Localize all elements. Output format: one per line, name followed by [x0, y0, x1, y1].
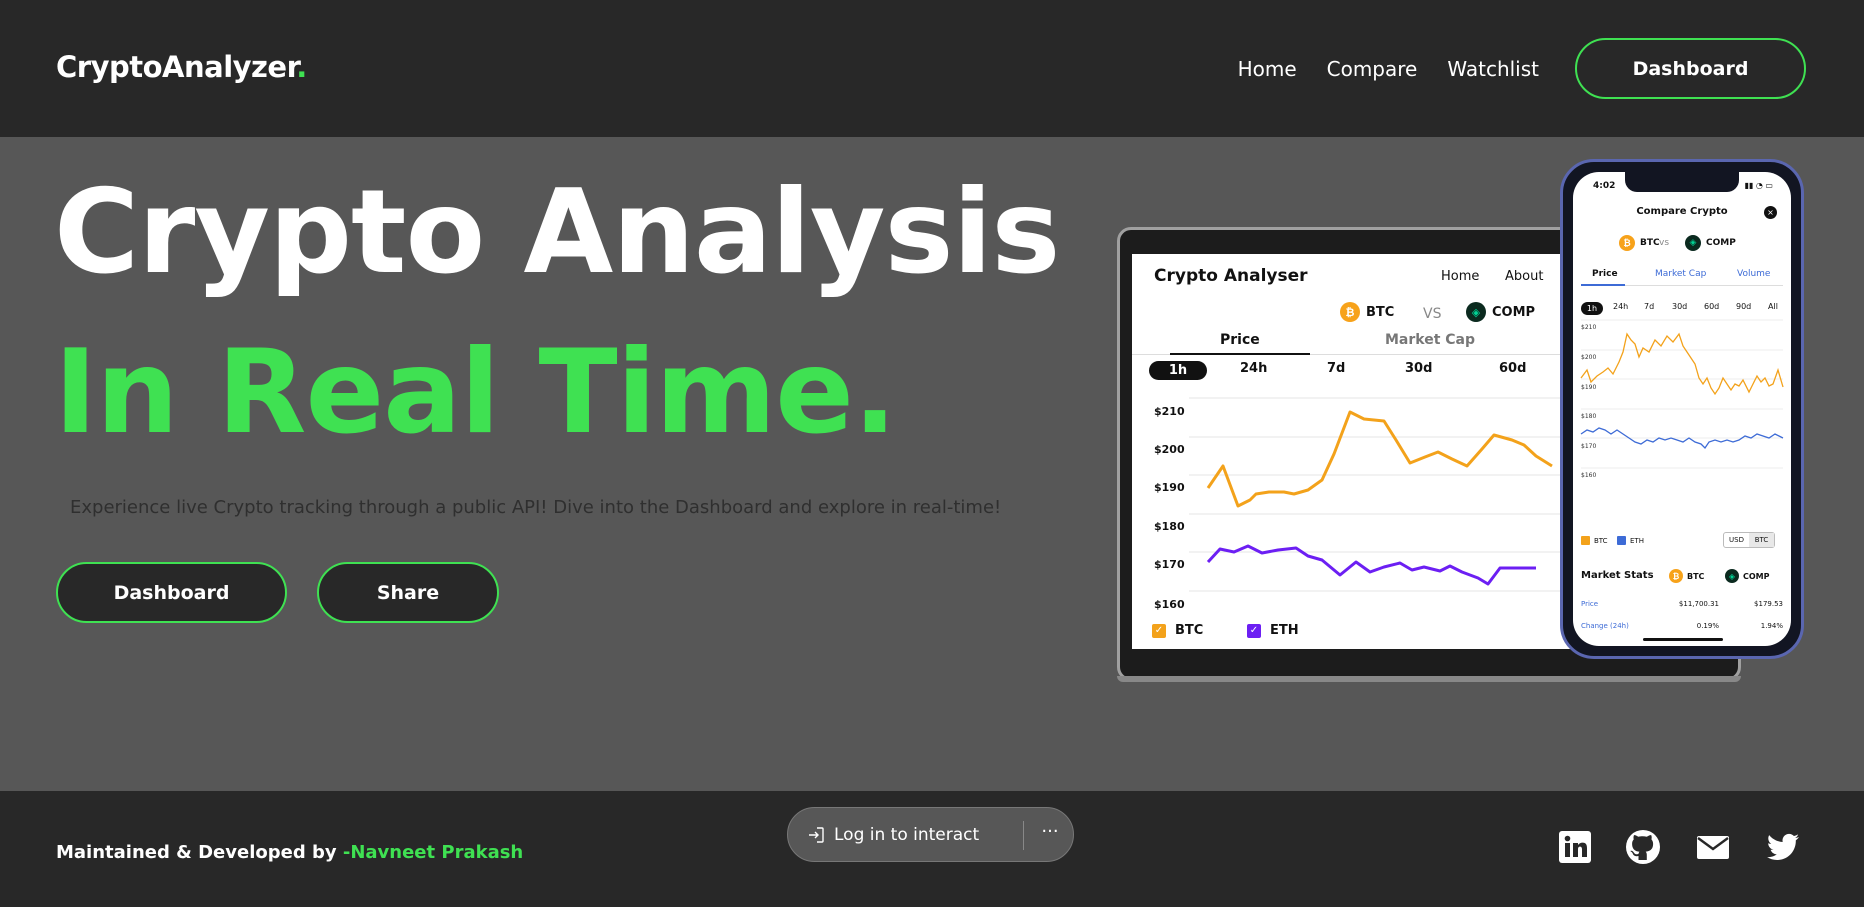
stat-label: Change (24h) — [1581, 622, 1629, 630]
phone-btc-line — [1580, 332, 1784, 396]
mockup-legend-btc: ✓ BTC — [1152, 623, 1203, 638]
phone-screen: 4:02 ▮▮ ◔ ▭ Compare Crypto × ₿ BTC vs ◈ … — [1573, 172, 1791, 646]
linkedin-icon[interactable] — [1557, 829, 1593, 865]
legend-btc-label: BTC — [1175, 623, 1204, 638]
phone-ms-coin-a: ₿ BTC — [1669, 569, 1704, 583]
checkbox-icon — [1617, 536, 1626, 545]
credit-prefix: Maintained & Developed by — [56, 842, 343, 863]
hero-title-line2: In Real Time. — [54, 325, 897, 460]
phone-mockup: 4:02 ▮▮ ◔ ▭ Compare Crypto × ₿ BTC vs ◈ … — [1560, 159, 1804, 659]
login-button[interactable]: Log in to interact — [834, 825, 979, 845]
bitcoin-icon: ₿ — [1669, 569, 1683, 583]
phone-home-indicator — [1643, 638, 1723, 641]
legend-eth-label: ETH — [1270, 623, 1299, 638]
login-icon — [809, 826, 824, 843]
hero-share-button[interactable]: Share — [317, 562, 499, 623]
phone-legend-eth: ETH — [1617, 536, 1644, 545]
mockup-legend-eth: ✓ ETH — [1247, 623, 1299, 638]
stat-comp-value: 1.94% — [1760, 622, 1783, 630]
login-overlay: Log in to interact ··· — [787, 807, 1074, 862]
nav-watchlist[interactable]: Watchlist — [1447, 57, 1539, 81]
hero-dashboard-button[interactable]: Dashboard — [56, 562, 287, 623]
site-header: CryptoAnalyzer. Home Compare Watchlist D… — [0, 0, 1864, 137]
phone-legend-btc: BTC — [1581, 536, 1608, 545]
twitter-icon[interactable] — [1765, 829, 1801, 865]
stat-btc-value: $11,700.31 — [1678, 600, 1719, 608]
nav-home[interactable]: Home — [1238, 57, 1297, 81]
btc-line — [1206, 410, 1553, 508]
overlay-divider — [1023, 821, 1024, 850]
mail-icon[interactable] — [1695, 829, 1731, 865]
more-options-button[interactable]: ··· — [1036, 821, 1064, 849]
credit-author[interactable]: -Navneet Prakash — [343, 842, 523, 863]
header-dashboard-button[interactable]: Dashboard — [1575, 38, 1806, 99]
phone-ms-coin-b-label: COMP — [1743, 571, 1770, 581]
compound-icon: ◈ — [1725, 569, 1739, 583]
laptop-base — [1117, 676, 1741, 682]
github-icon[interactable] — [1625, 829, 1661, 865]
checkbox-icon: ✓ — [1152, 623, 1166, 638]
brand-dot: . — [296, 50, 307, 84]
phone-market-stats-title: Market Stats — [1581, 570, 1654, 581]
phone-legend-eth-label: ETH — [1630, 536, 1644, 545]
toggle-btc: BTC — [1749, 533, 1774, 547]
stat-btc-value: 0.19% — [1696, 622, 1719, 630]
phone-currency-toggle: USD BTC — [1723, 532, 1775, 548]
checkbox-icon — [1581, 536, 1590, 545]
phone-ms-coin-b: ◈ COMP — [1725, 569, 1770, 583]
toggle-usd: USD — [1729, 536, 1744, 544]
nav-compare[interactable]: Compare — [1327, 57, 1418, 81]
footer-credit: Maintained & Developed by -Navneet Praka… — [56, 842, 523, 863]
stat-comp-value: $179.53 — [1754, 600, 1783, 608]
brand-logo[interactable]: CryptoAnalyzer. — [56, 50, 307, 84]
phone-legend-btc-label: BTC — [1594, 536, 1608, 545]
main-nav: Home Compare Watchlist Dashboard — [1238, 38, 1806, 99]
checkbox-icon: ✓ — [1247, 623, 1261, 638]
hero-subtitle: Experience live Crypto tracking through … — [70, 497, 1002, 518]
phone-ms-coin-a-label: BTC — [1687, 571, 1705, 581]
hero-title-line1: Crypto Analysis — [54, 165, 1060, 300]
stat-label: Price — [1581, 600, 1599, 608]
brand-name: CryptoAnalyzer — [56, 50, 297, 84]
